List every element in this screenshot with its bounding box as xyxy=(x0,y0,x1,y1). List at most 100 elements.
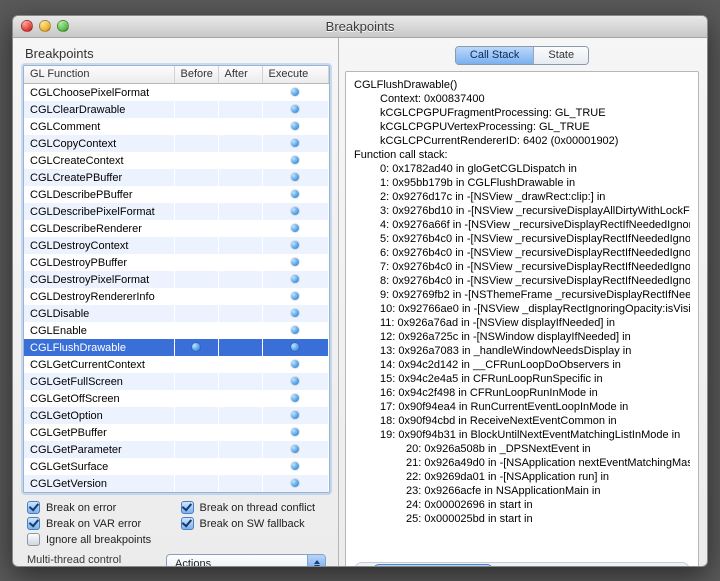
checkbox-icon[interactable] xyxy=(27,533,40,546)
cell-execute[interactable] xyxy=(262,152,329,169)
table-row[interactable]: CGLCopyContext xyxy=(24,135,329,152)
table-row[interactable]: CGLCreateContext xyxy=(24,152,329,169)
table-row[interactable]: CGLGetOption xyxy=(24,407,329,424)
table-row[interactable]: CGLGetCurrentContext xyxy=(24,356,329,373)
cell-before[interactable] xyxy=(174,305,218,322)
cell-execute[interactable] xyxy=(262,169,329,186)
checkbox-icon[interactable] xyxy=(27,517,40,530)
table-row[interactable]: CGLDescribeRenderer xyxy=(24,220,329,237)
cell-before[interactable] xyxy=(174,458,218,475)
table-row[interactable]: CGLDescribePixelFormat xyxy=(24,203,329,220)
cell-before[interactable] xyxy=(174,220,218,237)
cell-execute[interactable] xyxy=(262,118,329,135)
breakpoint-dot-icon[interactable] xyxy=(291,156,299,164)
cell-after[interactable] xyxy=(218,305,262,322)
breakpoint-dot-icon[interactable] xyxy=(291,190,299,198)
table-row[interactable]: CGLGetPBuffer xyxy=(24,424,329,441)
cell-before[interactable] xyxy=(174,373,218,390)
table-row[interactable]: CGLGetParameter xyxy=(24,441,329,458)
table-row[interactable]: CGLChoosePixelFormat xyxy=(24,84,329,101)
cell-execute[interactable] xyxy=(262,407,329,424)
cell-after[interactable] xyxy=(218,101,262,118)
cell-before[interactable] xyxy=(174,441,218,458)
col-execute[interactable]: Execute xyxy=(262,66,329,84)
check-break-error[interactable]: Break on error xyxy=(27,501,173,514)
cell-execute[interactable] xyxy=(262,373,329,390)
cell-execute[interactable] xyxy=(262,254,329,271)
cell-execute[interactable] xyxy=(262,203,329,220)
cell-before[interactable] xyxy=(174,135,218,152)
breakpoint-dot-icon[interactable] xyxy=(291,462,299,470)
breakpoint-dot-icon[interactable] xyxy=(291,173,299,181)
scroll-left-icon[interactable]: ◀ xyxy=(659,563,673,567)
table-row[interactable]: CGLDestroyPixelFormat xyxy=(24,271,329,288)
table-row[interactable]: CGLGetOffScreen xyxy=(24,390,329,407)
breakpoint-dot-icon[interactable] xyxy=(291,224,299,232)
cell-before[interactable] xyxy=(174,118,218,135)
table-row[interactable]: CGLDestroyRendererInfo xyxy=(24,288,329,305)
cell-execute[interactable] xyxy=(262,441,329,458)
breakpoint-dot-icon[interactable] xyxy=(291,292,299,300)
actions-popup[interactable]: Actions xyxy=(166,554,326,567)
table-row[interactable]: CGLGetSurface xyxy=(24,458,329,475)
check-break-thread[interactable]: Break on thread conflict xyxy=(181,501,327,514)
cell-before[interactable] xyxy=(174,339,218,356)
cell-execute[interactable] xyxy=(262,424,329,441)
table-row[interactable]: CGLGetFullScreen xyxy=(24,373,329,390)
cell-execute[interactable] xyxy=(262,288,329,305)
breakpoint-dot-icon[interactable] xyxy=(291,241,299,249)
table-row[interactable]: CGLDestroyPBuffer xyxy=(24,254,329,271)
breakpoint-dot-icon[interactable] xyxy=(291,88,299,96)
tab-call-stack[interactable]: Call Stack xyxy=(456,47,535,64)
breakpoint-dot-icon[interactable] xyxy=(291,105,299,113)
breakpoint-dot-icon[interactable] xyxy=(291,309,299,317)
cell-after[interactable] xyxy=(218,169,262,186)
zoom-icon[interactable] xyxy=(57,20,69,32)
cell-after[interactable] xyxy=(218,458,262,475)
cell-before[interactable] xyxy=(174,254,218,271)
breakpoint-dot-icon[interactable] xyxy=(291,428,299,436)
breakpoint-dot-icon[interactable] xyxy=(291,326,299,334)
breakpoint-dot-icon[interactable] xyxy=(291,207,299,215)
cell-before[interactable] xyxy=(174,288,218,305)
table-row[interactable]: CGLDescribePBuffer xyxy=(24,186,329,203)
check-ignore-all[interactable]: Ignore all breakpoints xyxy=(27,533,173,546)
cell-after[interactable] xyxy=(218,373,262,390)
check-break-sw[interactable]: Break on SW fallback xyxy=(181,517,327,530)
table-row[interactable]: CGLGetVersion xyxy=(24,475,329,492)
cell-before[interactable] xyxy=(174,390,218,407)
cell-after[interactable] xyxy=(218,424,262,441)
table-row[interactable]: CGLDisable xyxy=(24,305,329,322)
cell-after[interactable] xyxy=(218,254,262,271)
cell-before[interactable] xyxy=(174,237,218,254)
cell-execute[interactable] xyxy=(262,305,329,322)
breakpoint-dot-icon[interactable] xyxy=(291,275,299,283)
cell-after[interactable] xyxy=(218,288,262,305)
breakpoint-dot-icon[interactable] xyxy=(291,122,299,130)
table-row[interactable]: CGLEnable xyxy=(24,322,329,339)
table-row[interactable]: CGLClearDrawable xyxy=(24,101,329,118)
breakpoint-dot-icon[interactable] xyxy=(291,377,299,385)
cell-before[interactable] xyxy=(174,186,218,203)
cell-after[interactable] xyxy=(218,220,262,237)
col-before[interactable]: Before xyxy=(174,66,218,84)
cell-after[interactable] xyxy=(218,84,262,101)
scrollbar-thumb[interactable] xyxy=(373,564,493,567)
breakpoint-dot-icon[interactable] xyxy=(291,139,299,147)
cell-execute[interactable] xyxy=(262,356,329,373)
breakpoint-dot-icon[interactable] xyxy=(291,479,299,487)
checkbox-icon[interactable] xyxy=(27,501,40,514)
cell-execute[interactable] xyxy=(262,186,329,203)
cell-after[interactable] xyxy=(218,441,262,458)
cell-before[interactable] xyxy=(174,169,218,186)
close-icon[interactable] xyxy=(21,20,33,32)
cell-execute[interactable] xyxy=(262,271,329,288)
cell-before[interactable] xyxy=(174,84,218,101)
breakpoints-table-body[interactable]: CGLChoosePixelFormatCGLClearDrawableCGLC… xyxy=(24,84,329,492)
table-row[interactable]: CGLComment xyxy=(24,118,329,135)
breakpoint-dot-icon[interactable] xyxy=(291,445,299,453)
checkbox-icon[interactable] xyxy=(181,517,194,530)
cell-before[interactable] xyxy=(174,203,218,220)
cell-execute[interactable] xyxy=(262,390,329,407)
cell-after[interactable] xyxy=(218,322,262,339)
